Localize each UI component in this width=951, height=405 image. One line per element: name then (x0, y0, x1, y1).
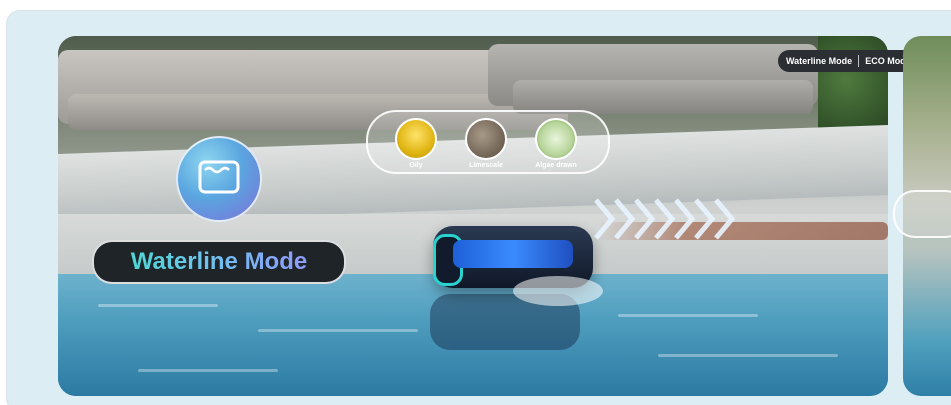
dirt-type-algae: Algae drawn (526, 118, 586, 169)
tab-waterline-mode[interactable]: Waterline Mode (786, 56, 852, 66)
dirt-label: Algae drawn (535, 162, 577, 169)
ripple (98, 304, 218, 307)
robot-body-band (453, 240, 573, 268)
product-carousel: Oily Limescale Algae drawn Waterline Mod… (0, 0, 951, 405)
oil-drop-icon (395, 118, 437, 160)
tab-divider (858, 55, 860, 67)
dirt-type-oily: Oily (386, 118, 446, 169)
waterline-icon (176, 136, 262, 222)
direction-chevrons-icon (594, 198, 736, 240)
sofa-seat (513, 80, 813, 114)
dirt-label: Limescale (469, 162, 503, 169)
dirt-type-limescale: Limescale (456, 118, 516, 169)
water-splash (513, 276, 603, 306)
limescale-icon (465, 118, 507, 160)
ripple (258, 329, 418, 332)
dirt-label: Oily (409, 162, 423, 169)
mode-title: Waterline Mode (94, 242, 344, 282)
algae-icon (535, 118, 577, 160)
ripple (138, 369, 278, 372)
ripple (658, 354, 838, 357)
ripple (618, 314, 758, 317)
dirt-types-pill: Oily Limescale Algae drawn (366, 110, 610, 174)
mode-title-pill: Waterline Mode (92, 240, 346, 284)
water-container-icon (198, 160, 240, 194)
next-slide-pill (893, 190, 951, 238)
